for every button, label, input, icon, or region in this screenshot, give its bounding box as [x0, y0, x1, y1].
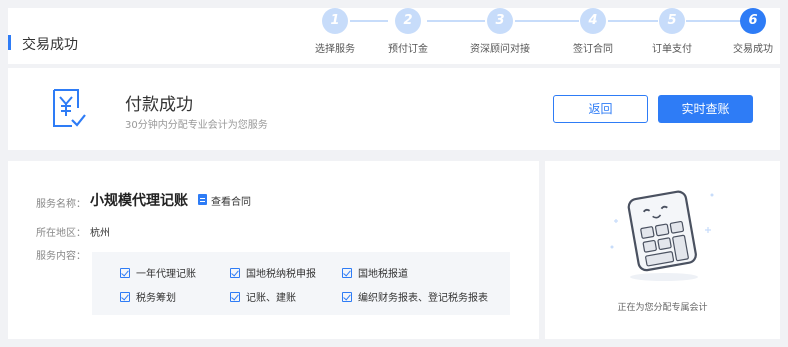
service-content-label: 服务内容： [36, 251, 86, 262]
checkbox-checked-icon [120, 292, 130, 302]
step-number: 1 [322, 8, 348, 34]
service-item: 国地税纳税申报 [230, 265, 316, 280]
step-label: 订单支付 [652, 44, 692, 55]
service-item: 国地税报道 [342, 265, 408, 280]
title-accent-bar [8, 35, 11, 50]
step-label: 交易成功 [733, 44, 773, 55]
step-label: 预付订金 [388, 44, 428, 55]
yuan-check-document-icon [53, 89, 86, 127]
step-label: 选择服务 [315, 44, 355, 55]
check-account-button[interactable]: 实时查账 [658, 95, 753, 123]
step-4: 4 签订合同 [553, 8, 633, 55]
step-6: 6 交易成功 [713, 8, 788, 55]
step-3: 3 资深顾问对接 [460, 8, 540, 55]
page-title: 交易成功 [22, 37, 78, 53]
assigning-status-text: 正在为您分配专属会计 [617, 303, 708, 313]
step-label: 签订合同 [573, 44, 613, 55]
step-number: 3 [487, 8, 513, 34]
success-subtitle: 30分钟内分配专业会计为您服务 [125, 120, 268, 131]
region-value: 杭州 [90, 228, 110, 239]
smiling-calculator-icon [610, 190, 714, 281]
view-contract-link[interactable]: 查看合同 [211, 193, 251, 208]
step-5: 5 订单支付 [632, 8, 712, 55]
step-number: 5 [659, 8, 685, 34]
step-number: 4 [580, 8, 606, 34]
service-item: 记账、建账 [230, 289, 296, 304]
step-number: 6 [740, 8, 766, 34]
success-title: 付款成功 [125, 95, 193, 115]
step-2: 2 预付订金 [368, 8, 448, 55]
document-icon[interactable] [198, 194, 207, 205]
checkbox-checked-icon [342, 292, 352, 302]
service-content-list: 一年代理记账 国地税纳税申报 国地税报道 税务筹划 记账、建账 编织财务报表、登… [92, 252, 510, 315]
payment-success-card: 付款成功 30分钟内分配专业会计为您服务 返回 实时查账 [8, 68, 780, 150]
service-item: 一年代理记账 [120, 265, 196, 280]
service-item: 编织财务报表、登记税务报表 [342, 289, 488, 304]
service-detail-card: 服务名称： 小规模代理记账 查看合同 所在地区： 杭州 服务内容： 一年代理记账… [8, 161, 539, 339]
checkbox-checked-icon [230, 268, 240, 278]
service-item: 税务筹划 [120, 289, 176, 304]
checkbox-checked-icon [342, 268, 352, 278]
region-label: 所在地区： [36, 228, 86, 239]
step-label: 资深顾问对接 [470, 44, 530, 55]
checkbox-checked-icon [230, 292, 240, 302]
step-1: 1 选择服务 [295, 8, 375, 55]
checkbox-checked-icon [120, 268, 130, 278]
service-name-label: 服务名称： [36, 199, 86, 210]
accountant-assign-card: 正在为您分配专属会计 [545, 161, 780, 339]
back-button[interactable]: 返回 [553, 95, 648, 123]
step-number: 2 [395, 8, 421, 34]
service-name: 小规模代理记账 [90, 193, 188, 209]
